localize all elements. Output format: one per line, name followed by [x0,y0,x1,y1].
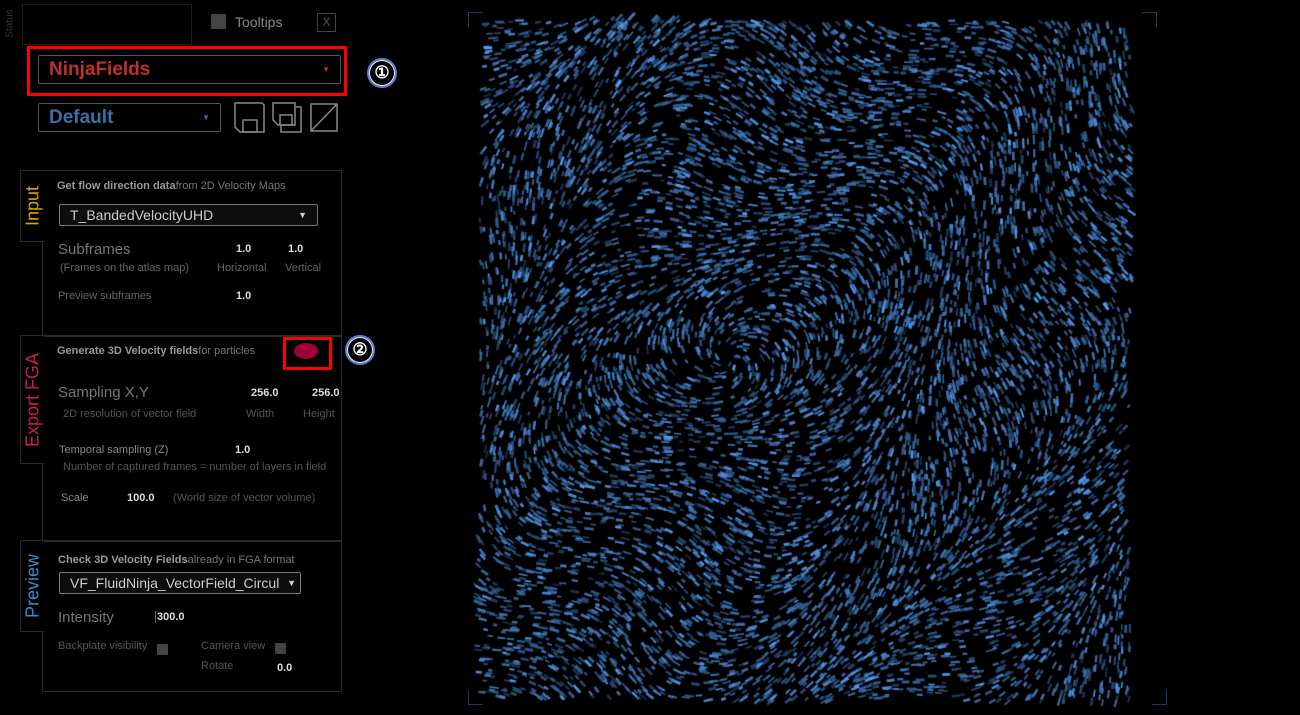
tooltips-label: Tooltips [235,14,283,30]
preset-dropdown-value: Default [49,107,114,128]
vertical-value[interactable]: 1.0 [288,243,303,255]
chevron-down-icon: ▼ [298,210,307,220]
close-button[interactable]: X [317,13,336,32]
subframes-desc: (Frames on the atlas map) [60,262,189,274]
save-preset-icon[interactable] [234,102,266,133]
tab-preview[interactable]: Preview [20,540,44,632]
vector-field-preview[interactable] [430,0,1190,715]
rotate-value[interactable]: 0.0 [277,662,292,674]
rotate-label: Rotate [201,660,234,672]
vector-field-dropdown[interactable]: VF_FluidNinja_VectorField_Circul ▼ [59,572,301,594]
tooltips-checkbox[interactable] [211,14,226,29]
scale-value[interactable]: 100.0 [127,492,155,504]
temporal-label: Temporal sampling (Z) [59,444,169,456]
module-dropdown[interactable]: NinjaFields ▼ [38,55,341,84]
width-value[interactable]: 256.0 [251,387,279,399]
export-heading: Generate 3D Velocity fieldsfor particles [57,345,256,357]
save-as-preset-icon[interactable] [272,102,304,133]
annotation-1: ① [367,58,397,88]
horizontal-label: Horizontal [217,262,267,274]
record-button[interactable] [294,343,318,359]
preset-dropdown[interactable]: Default ▼ [38,103,221,132]
preview-subframes-label: Preview subframes [58,290,152,302]
input-heading: Get flow direction datafrom 2D Velocity … [57,180,286,192]
annotation-2: ② [345,335,375,365]
intensity-value[interactable]: 300.0 [155,611,185,623]
tab-export-fga[interactable]: Export FGA [20,335,44,464]
backplate-checkbox[interactable] [157,644,168,655]
camera-view-label: Camera view [201,640,266,652]
scale-label: Scale [61,492,89,504]
temporal-desc: Number of captured frames = number of la… [63,461,327,473]
sampling-label: Sampling X,Y [58,384,149,401]
height-label: Height [303,408,335,420]
camera-view-checkbox[interactable] [275,643,286,654]
velocity-texture-dropdown[interactable]: T_BandedVelocityUHD ▼ [59,204,318,226]
backplate-label: Backplate visibility [58,640,148,652]
chevron-down-icon: ▼ [202,113,210,122]
module-dropdown-value: NinjaFields [49,59,151,80]
tab-input[interactable]: Input [20,170,44,242]
subframes-label: Subframes [58,241,131,258]
status-label: Status [4,9,16,38]
height-value[interactable]: 256.0 [312,387,340,399]
preview-subframes-value[interactable]: 1.0 [236,290,251,302]
delete-preset-icon[interactable] [310,103,338,132]
width-label: Width [246,408,275,420]
vertical-label: Vertical [285,262,322,274]
intensity-label: Intensity [58,609,114,626]
chevron-down-icon: ▼ [322,65,330,74]
sampling-desc: 2D resolution of vector field [63,408,197,420]
chevron-down-icon: ▼ [287,573,296,593]
status-box [22,4,192,45]
horizontal-value[interactable]: 1.0 [236,243,251,255]
preview-heading: Check 3D Velocity Fieldsalready in FGA f… [58,554,295,566]
temporal-value[interactable]: 1.0 [235,444,250,456]
scale-desc: (World size of vector volume) [173,492,316,504]
